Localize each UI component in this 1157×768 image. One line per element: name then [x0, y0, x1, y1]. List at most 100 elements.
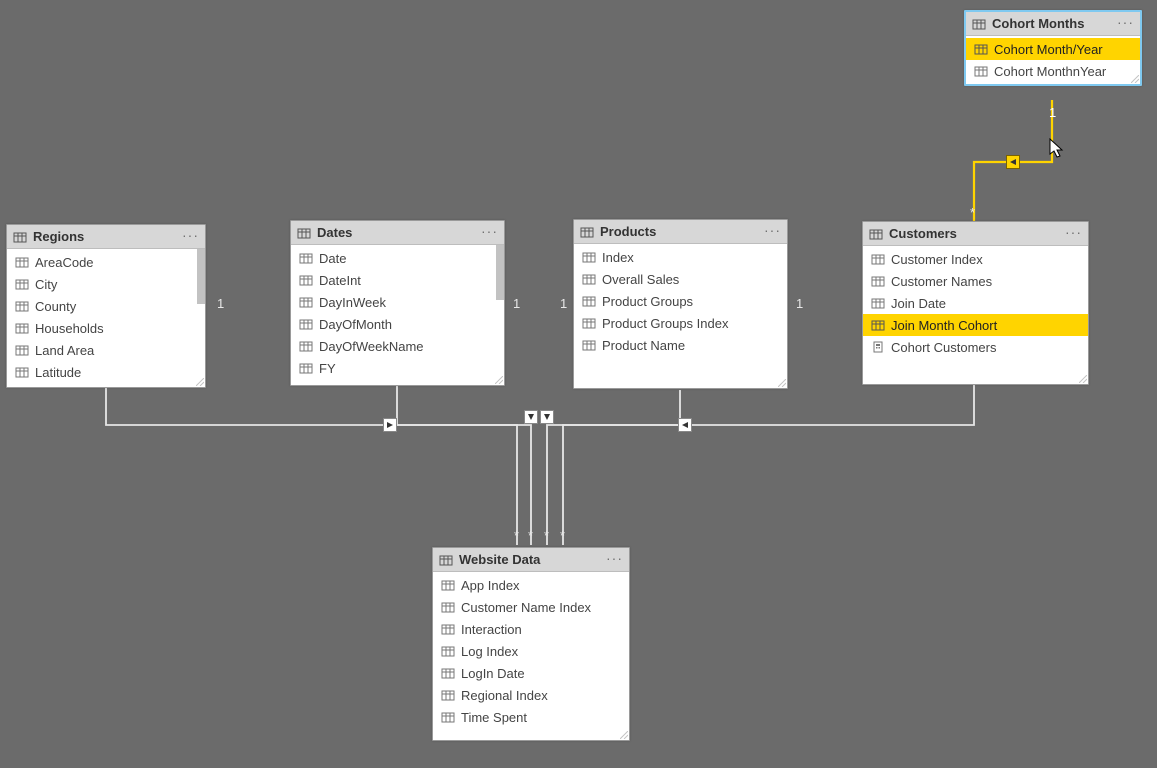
card-header[interactable]: Website Data ···: [433, 548, 629, 572]
table-cohort-months[interactable]: Cohort Months ··· Cohort Month/Year Coho…: [964, 10, 1142, 86]
mouse-cursor-icon: [1049, 138, 1065, 160]
field-row[interactable]: Customer Names: [863, 270, 1088, 292]
field-row[interactable]: County: [7, 295, 205, 317]
card-menu-button[interactable]: ···: [606, 553, 623, 567]
field-label: Date: [319, 251, 346, 266]
table-icon: [869, 227, 883, 241]
field-row[interactable]: DayInWeek: [291, 291, 504, 313]
card-title: Cohort Months: [992, 16, 1117, 31]
field-label: Product Groups Index: [602, 316, 728, 331]
model-canvas[interactable]: { "tables": { "cohort_months": { "title"…: [0, 0, 1157, 768]
field-row[interactable]: Overall Sales: [574, 268, 787, 290]
column-icon: [582, 316, 596, 330]
direction-indicator-active: [1006, 155, 1020, 169]
card-title: Website Data: [459, 552, 606, 567]
field-row[interactable]: Join Month Cohort: [863, 314, 1088, 336]
field-label: Cohort MonthnYear: [994, 64, 1106, 79]
field-row[interactable]: Interaction: [433, 618, 629, 640]
scrollbar-thumb[interactable]: [197, 249, 205, 304]
field-row[interactable]: Cohort MonthnYear: [966, 60, 1140, 82]
column-icon: [299, 361, 313, 375]
field-row[interactable]: Product Name: [574, 334, 787, 356]
card-menu-button[interactable]: ···: [1065, 227, 1082, 241]
table-dates[interactable]: Dates ··· Date DateInt DayInWeek DayOfMo…: [290, 220, 505, 386]
card-menu-button[interactable]: ···: [481, 226, 498, 240]
card-title: Regions: [33, 229, 182, 244]
field-row[interactable]: Index: [574, 246, 787, 268]
column-icon: [299, 295, 313, 309]
resize-grip[interactable]: [620, 731, 628, 739]
field-label: AreaCode: [35, 255, 94, 270]
card-title: Dates: [317, 225, 481, 240]
field-row[interactable]: Product Groups: [574, 290, 787, 312]
field-row[interactable]: Time Spent: [433, 706, 629, 728]
column-icon: [582, 294, 596, 308]
field-row[interactable]: Join Date: [863, 292, 1088, 314]
card-menu-button[interactable]: ···: [764, 225, 781, 239]
field-row[interactable]: Land Area: [7, 339, 205, 361]
scrollbar-thumb[interactable]: [496, 245, 504, 300]
table-icon: [297, 226, 311, 240]
field-row[interactable]: DayOfMonth: [291, 313, 504, 335]
resize-grip[interactable]: [495, 376, 503, 384]
field-row[interactable]: LogIn Date: [433, 662, 629, 684]
field-row[interactable]: Customer Index: [863, 248, 1088, 270]
column-icon: [871, 252, 885, 266]
field-row[interactable]: Date: [291, 247, 504, 269]
measure-icon: [871, 340, 885, 354]
field-row[interactable]: Cohort Customers: [863, 336, 1088, 358]
card-header[interactable]: Dates ···: [291, 221, 504, 245]
column-icon: [441, 710, 455, 724]
card-body: AreaCode City County Households Land Are…: [7, 249, 205, 387]
table-products[interactable]: Products ··· Index Overall Sales Product…: [573, 219, 788, 389]
direction-indicator: [383, 418, 397, 432]
column-icon: [15, 321, 29, 335]
column-icon: [871, 318, 885, 332]
field-row[interactable]: Latitude: [7, 361, 205, 383]
resize-grip[interactable]: [196, 378, 204, 386]
card-menu-button[interactable]: ···: [1117, 17, 1134, 31]
field-label: FY: [319, 361, 336, 376]
column-icon: [441, 600, 455, 614]
card-header[interactable]: Customers ···: [863, 222, 1088, 246]
field-label: Latitude: [35, 365, 81, 380]
field-label: Index: [602, 250, 634, 265]
card-header[interactable]: Products ···: [574, 220, 787, 244]
cardinality-one: 1: [513, 296, 520, 311]
table-icon: [580, 225, 594, 239]
field-row[interactable]: Product Groups Index: [574, 312, 787, 334]
column-icon: [441, 688, 455, 702]
field-label: Log Index: [461, 644, 518, 659]
field-label: Households: [35, 321, 104, 336]
field-row[interactable]: Customer Name Index: [433, 596, 629, 618]
column-icon: [15, 365, 29, 379]
field-row[interactable]: DayOfWeekName: [291, 335, 504, 357]
field-row[interactable]: FY: [291, 357, 504, 379]
field-label: DayOfWeekName: [319, 339, 424, 354]
field-row[interactable]: Regional Index: [433, 684, 629, 706]
field-label: Customer Names: [891, 274, 992, 289]
field-row[interactable]: Households: [7, 317, 205, 339]
cardinality-many: *: [560, 528, 565, 543]
resize-grip[interactable]: [1079, 375, 1087, 383]
field-row[interactable]: DateInt: [291, 269, 504, 291]
card-title: Customers: [889, 226, 1065, 241]
field-row[interactable]: App Index: [433, 574, 629, 596]
cardinality-one: 1: [217, 296, 224, 311]
column-icon: [15, 299, 29, 313]
resize-grip[interactable]: [1131, 75, 1139, 83]
table-regions[interactable]: Regions ··· AreaCode City County Househo…: [6, 224, 206, 388]
column-icon: [441, 644, 455, 658]
card-menu-button[interactable]: ···: [182, 230, 199, 244]
field-label: DayInWeek: [319, 295, 386, 310]
resize-grip[interactable]: [778, 379, 786, 387]
field-row[interactable]: Log Index: [433, 640, 629, 662]
table-website-data[interactable]: Website Data ··· App Index Customer Name…: [432, 547, 630, 741]
field-row[interactable]: Cohort Month/Year: [966, 38, 1140, 60]
column-icon: [582, 338, 596, 352]
card-header[interactable]: Regions ···: [7, 225, 205, 249]
field-row[interactable]: City: [7, 273, 205, 295]
table-customers[interactable]: Customers ··· Customer Index Customer Na…: [862, 221, 1089, 385]
card-header[interactable]: Cohort Months ···: [966, 12, 1140, 36]
field-row[interactable]: AreaCode: [7, 251, 205, 273]
